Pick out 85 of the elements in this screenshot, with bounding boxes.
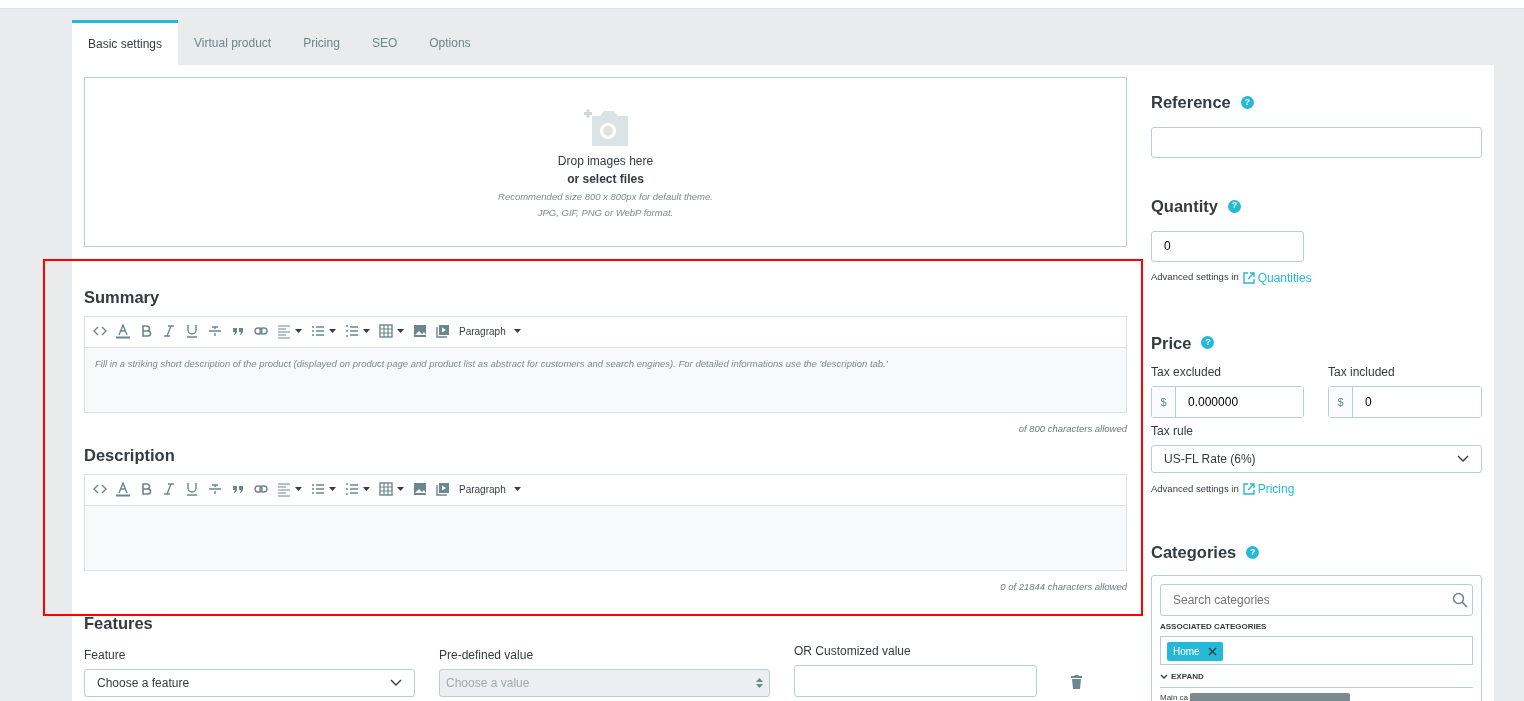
italic-icon[interactable] bbox=[162, 482, 176, 498]
section-heading: Price bbox=[1151, 332, 1192, 354]
expand-button[interactable]: EXPAND bbox=[1160, 665, 1204, 683]
price-field[interactable]: $ 0.000000 bbox=[1151, 386, 1304, 419]
price-field[interactable]: $ 0 bbox=[1328, 386, 1482, 419]
field-label: Pre-defined value bbox=[439, 646, 535, 664]
category-tag: Home bbox=[1167, 642, 1223, 661]
numbered-list-icon bbox=[345, 324, 359, 340]
table-icon bbox=[379, 324, 393, 340]
chevron-down-icon bbox=[1457, 455, 1469, 464]
caret-icon[interactable] bbox=[295, 329, 302, 335]
editor-field[interactable] bbox=[84, 504, 1127, 571]
toolbar-dropdown[interactable] bbox=[345, 324, 370, 340]
table-icon bbox=[379, 482, 393, 498]
sort-arrows-icon bbox=[756, 677, 763, 688]
field-label: Feature bbox=[84, 646, 127, 664]
close-icon bbox=[1207, 647, 1217, 656]
caret-icon[interactable] bbox=[363, 329, 370, 335]
section-heading: Description bbox=[84, 445, 176, 466]
align-icon bbox=[277, 482, 291, 498]
feature-select[interactable]: Choose a feature bbox=[84, 668, 415, 697]
advanced-settings-text: Advanced settings in bbox=[1151, 270, 1239, 285]
caret-icon[interactable] bbox=[329, 487, 336, 493]
caret-icon[interactable] bbox=[513, 329, 521, 335]
category-search-field[interactable]: Search categories bbox=[1160, 584, 1473, 616]
underline-icon[interactable] bbox=[185, 482, 199, 498]
video-icon[interactable] bbox=[436, 482, 450, 498]
field-label: Tax rule bbox=[1151, 423, 1195, 441]
italic-icon[interactable] bbox=[162, 324, 176, 340]
chevron-down-icon bbox=[390, 678, 402, 687]
character-counter: 0 of 21844 characters allowed bbox=[999, 579, 1127, 594]
image-icon[interactable] bbox=[413, 482, 427, 498]
toolbar-dropdown[interactable] bbox=[277, 482, 302, 498]
format-dropdown[interactable]: Paragraph bbox=[459, 482, 521, 498]
quantity-field[interactable]: 0 bbox=[1151, 230, 1304, 262]
field-label: Tax included bbox=[1328, 364, 1396, 382]
format-dropdown[interactable]: Paragraph bbox=[459, 324, 521, 340]
caret-icon[interactable] bbox=[295, 487, 302, 493]
toolbar-dropdown[interactable] bbox=[345, 482, 370, 498]
customized-value-field[interactable] bbox=[794, 664, 1037, 697]
currency-addon: $ bbox=[1329, 387, 1353, 418]
numbered-list-icon bbox=[345, 482, 359, 498]
character-counter: of 800 characters allowed bbox=[1017, 421, 1127, 436]
align-icon bbox=[277, 324, 291, 340]
external-link-icon bbox=[1242, 271, 1255, 284]
bold-icon[interactable] bbox=[139, 324, 153, 340]
currency-addon: $ bbox=[1152, 387, 1176, 418]
caret-icon[interactable] bbox=[397, 487, 404, 493]
dropzone-text: Drop images here bbox=[557, 152, 654, 170]
dropzone-hint: JPG, GIF, PNG or WebP format. bbox=[537, 206, 674, 220]
section-heading: Features bbox=[84, 613, 154, 634]
text-color-icon[interactable] bbox=[116, 482, 130, 498]
trash-icon[interactable] bbox=[1071, 674, 1082, 689]
image-dropzone[interactable]: Drop images here or select files Recommended size 800 x 800px for default theme. JPG, GIF, PNG or WebP format. bbox=[84, 77, 1127, 247]
field-label: Tax excluded bbox=[1151, 364, 1223, 382]
caret-icon[interactable] bbox=[513, 487, 521, 493]
editor-field[interactable]: Fill in a striking short description of the product (displayed on product page and product list as abstract for customers and search engines). For detailed informations use the 'description tab.' bbox=[84, 346, 1127, 413]
select-files-link[interactable]: or select files bbox=[567, 169, 644, 188]
advanced-settings-text: Advanced settings in bbox=[1151, 482, 1239, 497]
toolbar-dropdown[interactable] bbox=[379, 324, 404, 340]
section-heading: Categories bbox=[1151, 542, 1237, 564]
underline-icon[interactable] bbox=[185, 324, 199, 340]
tax-rule-select[interactable]: US-FL Rate (6%) bbox=[1151, 445, 1482, 474]
caret-icon[interactable] bbox=[329, 329, 336, 335]
bold-icon[interactable] bbox=[139, 482, 153, 498]
section-heading: Quantity bbox=[1151, 195, 1218, 217]
caret-icon[interactable] bbox=[397, 329, 404, 335]
field-label: OR Customized value bbox=[794, 642, 912, 660]
dropzone-hint: Recommended size 800 x 800px for default theme. bbox=[498, 189, 713, 204]
toolbar-dropdown[interactable] bbox=[379, 482, 404, 498]
video-icon[interactable] bbox=[436, 324, 450, 340]
reference-field[interactable] bbox=[1151, 126, 1482, 158]
tab[interactable]: Basic settings bbox=[72, 20, 179, 65]
section-heading: Reference bbox=[1151, 92, 1231, 113]
search-icon bbox=[1452, 592, 1468, 608]
remove-tag-button[interactable] bbox=[1207, 647, 1217, 656]
section-label: ASSOCIATED CATEGORIES bbox=[1160, 621, 1268, 633]
section-heading: Summary bbox=[84, 287, 161, 308]
external-link-icon bbox=[1242, 483, 1255, 496]
chevron-down-icon bbox=[1160, 674, 1168, 680]
caret-icon[interactable] bbox=[363, 487, 370, 493]
text-color-icon[interactable] bbox=[116, 324, 130, 340]
image-icon[interactable] bbox=[413, 324, 427, 340]
toolbar-dropdown[interactable] bbox=[277, 324, 302, 340]
field-label: Main ca bbox=[1160, 693, 1188, 701]
